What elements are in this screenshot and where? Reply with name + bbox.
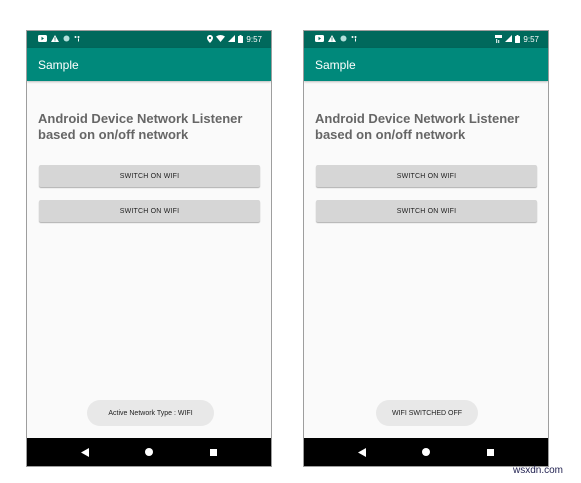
toast-message: WIFI SWITCHED OFF [376,400,478,426]
toast-message: Active Network Type : WIFI [87,400,214,426]
wifi-icon [216,35,226,44]
page-heading: Android Device Network Listener based on… [38,111,243,142]
app-bar: Sample [27,48,271,81]
youtube-icon [38,35,47,44]
page-heading: Android Device Network Listener based on… [315,111,520,142]
content-area: Android Device Network Listener based on… [27,81,271,439]
circle-icon [63,35,70,44]
navigation-bar [304,438,548,466]
cell-signal-icon [505,35,513,44]
back-icon[interactable] [79,446,91,458]
home-icon[interactable] [143,446,155,458]
app-bar: Sample [304,48,548,81]
battery-icon [238,34,244,45]
lte-icon [495,34,503,45]
signal-dots-icon [74,35,82,44]
phone-screen-right: 9:57 Sample Android Device Network Liste… [303,30,549,467]
switch-on-wifi-button[interactable]: SWITCH ON WIFI [316,165,537,187]
status-bar: 9:57 [304,31,548,48]
switch-on-wifi-button[interactable]: SWITCH ON WIFI [39,165,260,187]
warning-icon [328,35,336,44]
back-icon[interactable] [356,446,368,458]
switch-on-wifi-button-2[interactable]: SWITCH ON WIFI [39,200,260,222]
signal-dots-icon [351,35,359,44]
app-title: Sample [38,57,79,72]
status-time: 9:57 [246,35,262,44]
location-icon [207,34,214,45]
app-title: Sample [315,57,356,72]
watermark: wsxdn.com [513,465,564,476]
warning-icon [51,35,59,44]
status-time: 9:57 [523,35,539,44]
battery-icon [515,34,521,45]
home-icon[interactable] [420,446,432,458]
cell-signal-icon [228,35,236,44]
status-bar: 9:57 [27,31,271,48]
content-area: Android Device Network Listener based on… [304,81,548,439]
recents-icon[interactable] [207,446,219,458]
switch-on-wifi-button-2[interactable]: SWITCH ON WIFI [316,200,537,222]
navigation-bar [27,438,271,466]
phone-screen-left: 9:57 Sample Android Device Network Liste… [26,30,272,467]
circle-icon [340,35,347,44]
youtube-icon [315,35,324,44]
recents-icon[interactable] [484,446,496,458]
